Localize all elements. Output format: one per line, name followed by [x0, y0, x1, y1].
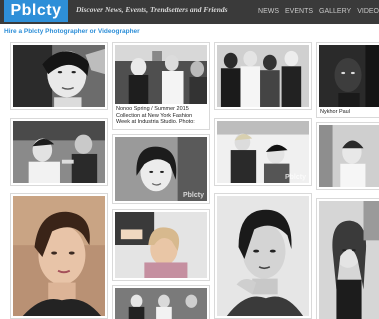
photo	[319, 125, 379, 187]
gallery-photo-bob-haircut-model[interactable]	[214, 193, 312, 319]
gallery-photo-model-portrait[interactable]	[10, 42, 108, 110]
photo	[217, 45, 309, 107]
watermark: Pblcty	[182, 192, 204, 199]
gallery-photo-nonoo-show[interactable]: Nonoo Spring / Summer 2015 Collection at…	[112, 42, 210, 130]
photo-caption: Nykhor Paul	[320, 109, 350, 115]
hire-photographer-link[interactable]: Hire a Pblcty Photographer or Videograph…	[4, 28, 140, 35]
photo	[13, 196, 105, 316]
photo	[13, 45, 105, 107]
main-nav: NEWS EVENTS GALLERY VIDEO	[258, 8, 379, 15]
gallery-photo-backstage-profile[interactable]	[316, 122, 379, 190]
photo	[319, 45, 379, 107]
nav-events[interactable]: EVENTS	[285, 8, 313, 15]
site-tagline: Discover News, Events, Trendsetters and …	[76, 5, 228, 14]
site-logo[interactable]: Pblcty	[4, 0, 68, 22]
gallery-photo-hair-styling[interactable]	[112, 209, 210, 281]
photo	[115, 212, 207, 278]
gallery-photo-runway[interactable]	[112, 285, 210, 319]
gallery-photo-nykhor-paul[interactable]: Nykhor Paul	[316, 42, 379, 118]
nav-news[interactable]: NEWS	[258, 8, 279, 15]
gallery-photo-long-hair-model[interactable]	[316, 198, 379, 319]
photo	[319, 201, 379, 319]
nav-video[interactable]: VIDEO	[357, 8, 379, 15]
gallery-photo-short-hair-model[interactable]	[10, 193, 108, 319]
photo	[13, 121, 105, 183]
gallery-photo-hairdresser[interactable]: Pblcty	[214, 118, 312, 186]
photo	[115, 45, 207, 104]
watermark: Pblcty	[284, 174, 306, 181]
photo: Pblcty	[217, 121, 309, 183]
gallery-photo-brunette-model[interactable]: Pblcty	[112, 134, 210, 204]
photo-caption: Nonoo Spring / Summer 2015 Collection at…	[116, 106, 195, 125]
photo	[115, 288, 207, 319]
top-bar: Pblcty Discover News, Events, Trendsette…	[0, 0, 379, 24]
nav-gallery[interactable]: GALLERY	[319, 8, 351, 15]
gallery-photo-backstage-makeup[interactable]	[10, 118, 108, 186]
photo	[217, 196, 309, 316]
photo: Pblcty	[115, 137, 207, 201]
gallery-photo-crowd-backstage[interactable]	[214, 42, 312, 110]
